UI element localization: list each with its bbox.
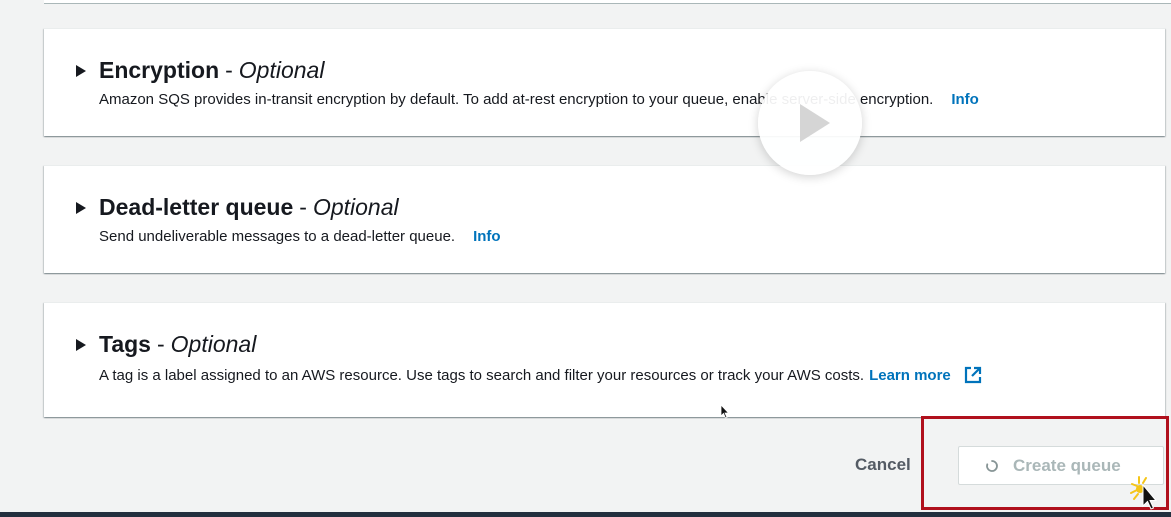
title-separator: - <box>156 331 165 357</box>
click-cursor-icon <box>1130 476 1158 510</box>
encryption-info-link[interactable]: Info <box>951 91 979 108</box>
learn-more-link[interactable]: Learn more <box>869 367 951 384</box>
encryption-expander[interactable]: Encryption - Optional <box>76 57 324 84</box>
tags-description: A tag is a label assigned to an AWS reso… <box>99 366 865 384</box>
cancel-button[interactable]: Cancel <box>845 453 921 477</box>
dead-letter-queue-title: Dead-letter queue <box>99 194 294 220</box>
caret-right-icon <box>76 338 86 351</box>
dead-letter-queue-description-row: Send undeliverable messages to a dead-le… <box>99 228 501 245</box>
tags-expander[interactable]: Tags - Optional <box>76 331 256 358</box>
caret-right-icon <box>76 201 86 214</box>
bottom-bar <box>0 512 1171 517</box>
optional-label: Optional <box>312 194 399 220</box>
previous-panel-edge <box>44 0 1171 4</box>
video-play-button[interactable] <box>758 71 862 175</box>
optional-label: Optional <box>170 331 257 357</box>
encryption-title: Encryption <box>99 57 220 83</box>
title-separator: - <box>225 57 233 83</box>
tags-panel: Tags - Optional A tag is a label assigne… <box>44 302 1165 417</box>
play-icon <box>800 104 830 142</box>
caret-right-icon <box>76 64 86 77</box>
encryption-panel: Encryption - Optional Amazon SQS provide… <box>44 28 1165 136</box>
optional-label: Optional <box>238 57 325 83</box>
cursor-icon <box>720 404 730 419</box>
dead-letter-queue-expander[interactable]: Dead-letter queue - Optional <box>76 194 399 221</box>
external-link-icon[interactable] <box>963 365 983 385</box>
tags-title: Tags <box>99 331 151 357</box>
dead-letter-queue-panel: Dead-letter queue - Optional Send undeli… <box>44 165 1165 273</box>
tags-description-row: A tag is a label assigned to an AWS reso… <box>99 365 983 385</box>
dead-letter-queue-description: Send undeliverable messages to a dead-le… <box>99 228 456 245</box>
dead-letter-queue-info-link[interactable]: Info <box>473 228 501 245</box>
title-separator: - <box>299 194 307 220</box>
